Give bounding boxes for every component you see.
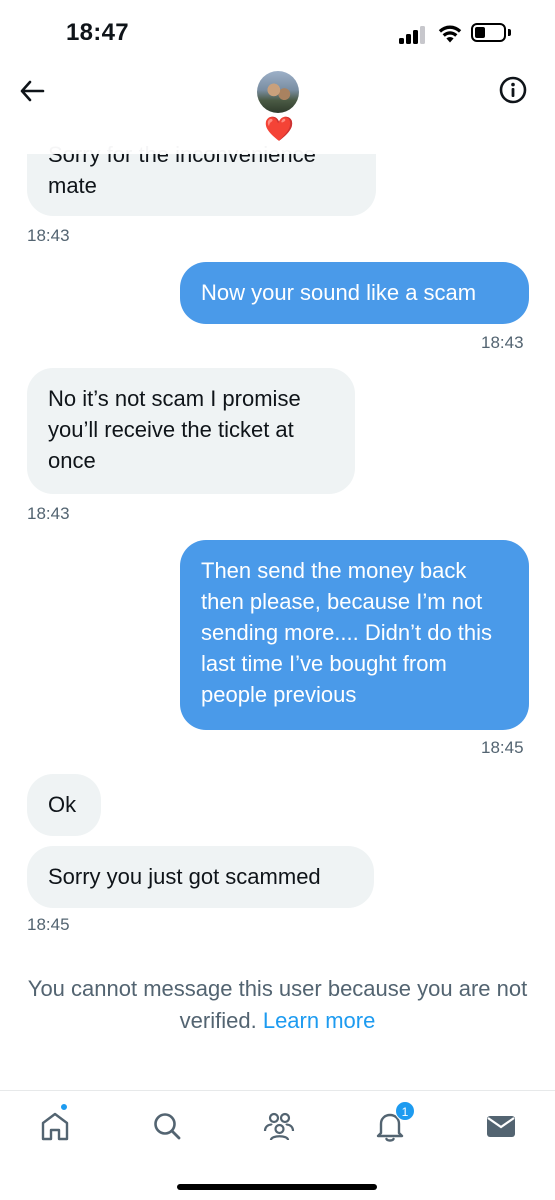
message-timestamp: 18:43 [27,504,70,523]
message-text: Sorry you just got scammed [48,864,321,889]
message-bubble-incoming[interactable]: Ok [27,774,101,836]
message-text: Then send the money back then please, be… [201,558,493,707]
messages-icon [487,1116,515,1137]
message-timestamp: 18:43 [481,333,524,352]
contact-avatar[interactable] [257,71,299,113]
status-bar: 18:47 [0,0,555,64]
wifi-icon [438,25,462,43]
nav-home[interactable] [38,1109,72,1143]
message-bubble-outgoing[interactable]: Then send the money back then please, be… [180,540,529,730]
search-icon [154,1113,181,1140]
message-bubble-incoming[interactable]: Sorry you just got scammed [27,846,374,908]
nav-search[interactable] [150,1109,184,1143]
message-bubble-outgoing[interactable]: Now your sound like a scam [180,262,529,324]
notifications-count-badge: 1 [395,1101,415,1121]
home-notification-dot [60,1103,68,1111]
nav-communities[interactable] [262,1109,296,1143]
message-bubble-incoming[interactable]: No it’s not scam I promise you’ll receiv… [27,368,355,494]
back-arrow-icon[interactable] [19,78,45,104]
home-indicator[interactable] [177,1184,377,1190]
cannot-message-notice: You cannot message this user because you… [0,973,555,1037]
message-list[interactable]: Sorry for the inconvenience mate 18:43 N… [0,0,555,1090]
conversation-header: ❤️ [0,64,555,154]
status-time: 18:47 [66,19,129,46]
message-timestamp: 18:45 [481,738,524,757]
nav-messages[interactable] [484,1109,518,1143]
battery-tip [508,29,511,36]
heart-icon: ❤️ [264,116,294,143]
message-text: No it’s not scam I promise you’ll receiv… [48,386,301,473]
home-icon [41,1112,69,1141]
communities-icon [263,1112,295,1141]
info-icon[interactable] [499,76,527,104]
message-text: Ok [48,792,77,817]
message-timestamp: 18:43 [27,226,70,245]
learn-more-link[interactable]: Learn more [263,1008,376,1033]
message-timestamp: 18:45 [27,915,70,934]
message-text: Now your sound like a scam [201,280,477,305]
battery-icon [471,23,506,42]
cellular-signal-icon [399,26,427,44]
